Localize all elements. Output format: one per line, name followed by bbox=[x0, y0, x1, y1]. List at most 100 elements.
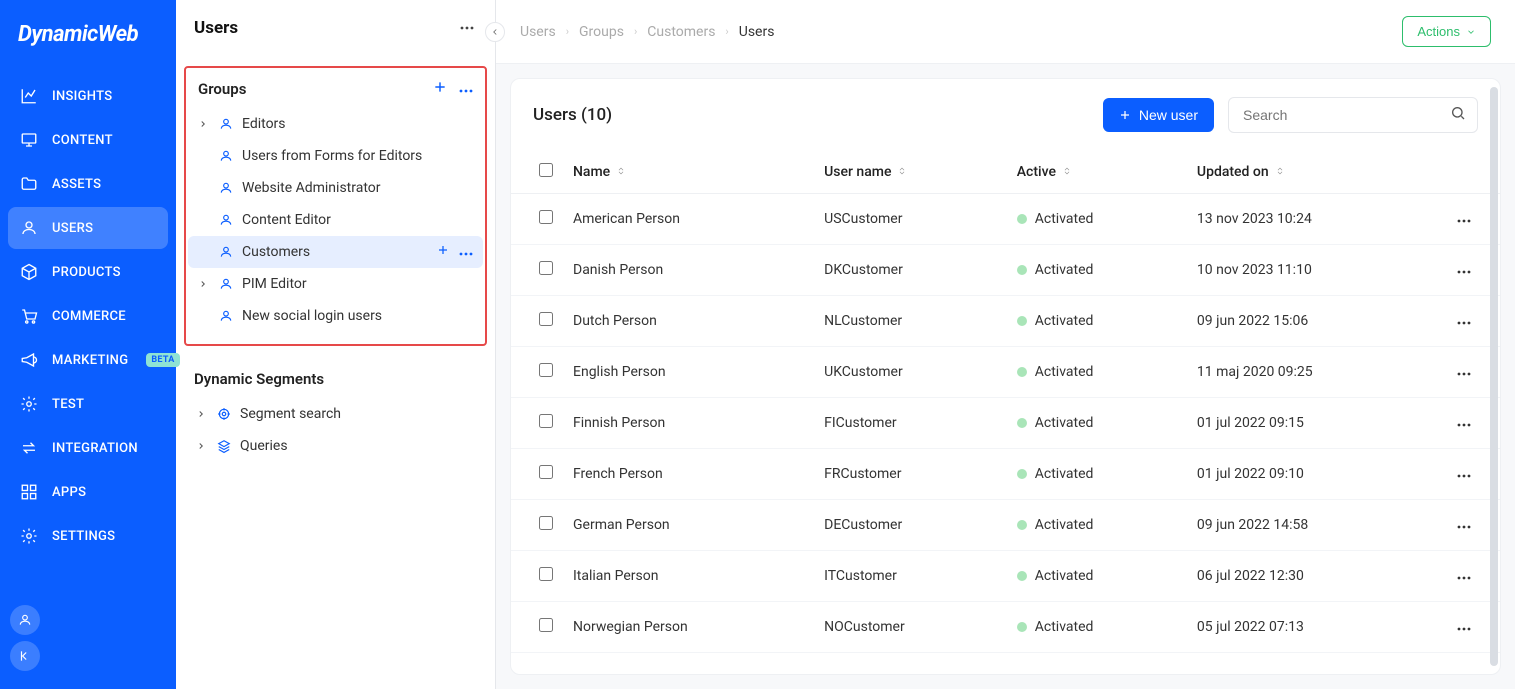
panel-title: Users bbox=[194, 18, 238, 38]
table-row[interactable]: Norwegian PersonNOCustomerActivated05 ju… bbox=[511, 602, 1500, 653]
breadcrumb-item[interactable]: Users bbox=[520, 24, 556, 40]
table-row[interactable]: Italian PersonITCustomerActivated06 jul … bbox=[511, 551, 1500, 602]
segments-list: Segment searchQueries bbox=[194, 398, 477, 462]
table-row[interactable]: English PersonUKCustomerActivated11 maj … bbox=[511, 347, 1500, 398]
new-user-label: New user bbox=[1139, 107, 1198, 123]
group-item[interactable]: Content Editor bbox=[188, 204, 483, 236]
cell-name: Danish Person bbox=[563, 245, 814, 296]
table-row[interactable]: American PersonUSCustomerActivated13 nov… bbox=[511, 194, 1500, 245]
nav-item-label: TEST bbox=[52, 397, 84, 412]
nav-item-apps[interactable]: APPS bbox=[8, 471, 168, 513]
segment-item[interactable]: Queries bbox=[194, 430, 477, 462]
profile-button[interactable] bbox=[10, 605, 40, 635]
cell-username: FICustomer bbox=[814, 398, 1007, 449]
row-checkbox[interactable] bbox=[539, 618, 553, 632]
plus-icon bbox=[1119, 109, 1131, 121]
row-checkbox[interactable] bbox=[539, 414, 553, 428]
search-icon bbox=[1450, 105, 1466, 125]
cell-updated: 01 jul 2022 09:15 bbox=[1187, 398, 1440, 449]
secondary-panel: Users Groups bbox=[176, 0, 496, 689]
groups-box: Groups EditorsUsers from Forms for Edito… bbox=[184, 66, 487, 346]
nav-item-settings[interactable]: SETTINGS bbox=[8, 515, 168, 557]
table-row[interactable]: Finnish PersonFICustomerActivated01 jul … bbox=[511, 398, 1500, 449]
cell-status: Activated bbox=[1007, 449, 1187, 500]
groups-more-button[interactable] bbox=[459, 81, 473, 97]
actions-dropdown[interactable]: Actions bbox=[1402, 16, 1491, 47]
gear-icon bbox=[20, 395, 38, 413]
group-item[interactable]: Users from Forms for Editors bbox=[188, 140, 483, 172]
group-item[interactable]: Website Administrator bbox=[188, 172, 483, 204]
nav-item-assets[interactable]: ASSETS bbox=[8, 163, 168, 205]
nav-item-insights[interactable]: INSIGHTS bbox=[8, 75, 168, 117]
user-icon bbox=[20, 219, 38, 237]
scrollbar[interactable] bbox=[1490, 87, 1498, 666]
plus-icon bbox=[433, 80, 447, 94]
segment-item[interactable]: Segment search bbox=[194, 398, 477, 430]
plus-icon bbox=[437, 244, 449, 256]
col-name[interactable]: Name bbox=[563, 151, 814, 194]
group-label: New social login users bbox=[242, 308, 382, 324]
breadcrumb-item[interactable]: Groups bbox=[579, 24, 624, 40]
cell-username: DECustomer bbox=[814, 500, 1007, 551]
table-row[interactable]: Danish PersonDKCustomerActivated10 nov 2… bbox=[511, 245, 1500, 296]
row-checkbox[interactable] bbox=[539, 210, 553, 224]
status-dot-icon bbox=[1017, 520, 1027, 530]
table-row[interactable]: Dutch PersonNLCustomerActivated09 jun 20… bbox=[511, 296, 1500, 347]
row-checkbox[interactable] bbox=[539, 363, 553, 377]
add-subgroup-button[interactable] bbox=[437, 244, 449, 260]
cell-status: Activated bbox=[1007, 194, 1187, 245]
secondary-header: Users bbox=[176, 0, 495, 52]
breadcrumb-item[interactable]: Customers bbox=[647, 24, 715, 40]
row-checkbox[interactable] bbox=[539, 567, 553, 581]
nav-item-label: MARKETING bbox=[52, 353, 128, 368]
panel-more-button[interactable] bbox=[457, 18, 477, 38]
cell-name: German Person bbox=[563, 500, 814, 551]
status-dot-icon bbox=[1017, 214, 1027, 224]
nav-item-content[interactable]: CONTENT bbox=[8, 119, 168, 161]
group-item[interactable]: Editors bbox=[188, 108, 483, 140]
search-input[interactable] bbox=[1228, 97, 1478, 133]
layers-icon bbox=[216, 439, 232, 453]
new-user-button[interactable]: New user bbox=[1103, 98, 1214, 132]
group-item[interactable]: Customers bbox=[188, 236, 483, 268]
row-checkbox[interactable] bbox=[539, 465, 553, 479]
table-row[interactable]: French PersonFRCustomerActivated01 jul 2… bbox=[511, 449, 1500, 500]
select-all-checkbox[interactable] bbox=[539, 163, 553, 177]
nav-item-products[interactable]: PRODUCTS bbox=[8, 251, 168, 293]
cell-updated: 09 jun 2022 15:06 bbox=[1187, 296, 1440, 347]
user-icon bbox=[218, 309, 234, 323]
cart-icon bbox=[20, 307, 38, 325]
col-username[interactable]: User name bbox=[814, 151, 1007, 194]
group-label: Customers bbox=[242, 244, 310, 260]
nav-item-commerce[interactable]: COMMERCE bbox=[8, 295, 168, 337]
panel-collapse-handle[interactable] bbox=[485, 22, 505, 42]
more-horizontal-icon bbox=[1456, 321, 1472, 325]
row-checkbox[interactable] bbox=[539, 312, 553, 326]
more-horizontal-icon bbox=[459, 252, 473, 256]
row-checkbox[interactable] bbox=[539, 261, 553, 275]
group-more-button[interactable] bbox=[459, 244, 473, 260]
group-item[interactable]: New social login users bbox=[188, 300, 483, 332]
more-horizontal-icon bbox=[459, 89, 473, 93]
col-updated[interactable]: Updated on bbox=[1187, 151, 1440, 194]
nav-item-test[interactable]: TEST bbox=[8, 383, 168, 425]
status-dot-icon bbox=[1017, 367, 1027, 377]
user-icon bbox=[218, 245, 234, 259]
table-row[interactable]: German PersonDECustomerActivated09 jun 2… bbox=[511, 500, 1500, 551]
cell-updated: 10 nov 2023 11:10 bbox=[1187, 245, 1440, 296]
nav-item-label: SETTINGS bbox=[52, 529, 115, 544]
nav-item-marketing[interactable]: MARKETINGBETA bbox=[8, 339, 168, 381]
user-icon bbox=[218, 117, 234, 131]
add-group-button[interactable] bbox=[433, 80, 447, 98]
more-horizontal-icon bbox=[1456, 474, 1472, 478]
collapse-nav-button[interactable] bbox=[10, 641, 40, 671]
nav-item-integration[interactable]: INTEGRATION bbox=[8, 427, 168, 469]
sort-icon bbox=[1062, 164, 1072, 180]
chevron-right-icon bbox=[196, 279, 210, 289]
col-active[interactable]: Active bbox=[1007, 151, 1187, 194]
nav-item-users[interactable]: USERS bbox=[8, 207, 168, 249]
nav-item-label: INSIGHTS bbox=[52, 89, 112, 104]
row-checkbox[interactable] bbox=[539, 516, 553, 530]
group-item[interactable]: PIM Editor bbox=[188, 268, 483, 300]
cell-name: Finnish Person bbox=[563, 398, 814, 449]
